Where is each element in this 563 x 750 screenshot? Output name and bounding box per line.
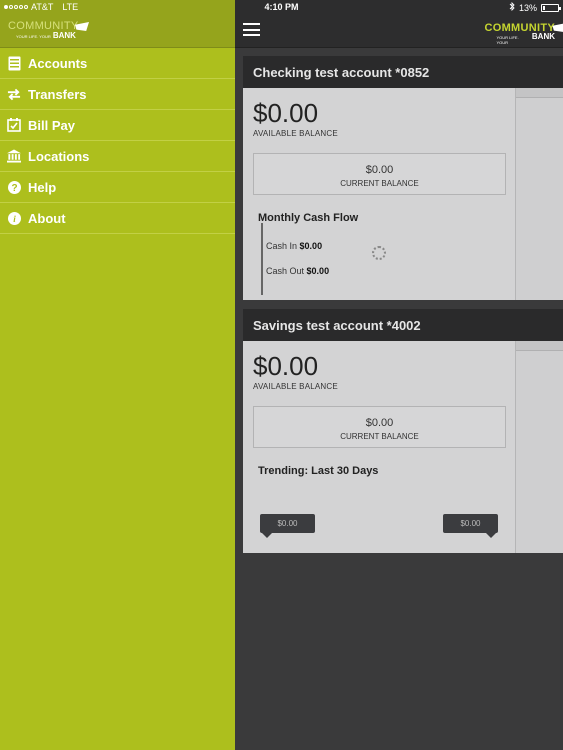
sidebar-item-label: Help <box>28 179 57 195</box>
menu-icon[interactable] <box>243 23 260 36</box>
account-card-checking[interactable]: Checking test account *0852 $0.00 AVAILA… <box>243 56 563 300</box>
svg-text:?: ? <box>11 183 17 194</box>
current-balance: $0.00 <box>365 417 394 429</box>
trend-start-value: $0.00 <box>260 514 315 538</box>
sidebar-item-label: Locations <box>28 148 90 164</box>
brand-logo: COMMUNITY YOUR LIFE. YOUR BANK <box>8 20 89 40</box>
bank-building-icon <box>7 149 21 163</box>
bluetooth-icon <box>509 1 515 13</box>
available-balance: $0.00 <box>253 98 319 128</box>
cash-in-row: Cash In $0.00 <box>266 241 322 251</box>
logo-tagline: YOUR LIFE. YOUR <box>496 35 519 45</box>
battery-percent: 13% <box>518 2 537 13</box>
sidebar-item-label: About <box>28 210 66 226</box>
account-title[interactable]: Savings test account *4002 <box>243 309 563 341</box>
accounts-icon <box>7 56 21 70</box>
current-balance: $0.00 <box>365 164 394 176</box>
info-icon: i <box>7 211 21 225</box>
sidebar-item-transfers[interactable]: Transfers <box>0 79 235 110</box>
current-balance-box: $0.00 CURRENT BALANCE <box>253 153 506 195</box>
sidebar: COMMUNITY YOUR LIFE. YOUR BANK Accounts … <box>0 0 235 750</box>
current-balance-label: CURRENT BALANCE <box>340 179 419 188</box>
cash-out-row: Cash Out $0.00 <box>266 266 329 276</box>
logo-bank: BANK <box>531 32 555 41</box>
status-indicators: 13% <box>509 1 561 13</box>
status-time: 4:10 PM <box>264 2 299 12</box>
sidebar-item-help[interactable]: ? Help <box>0 172 235 203</box>
available-balance-label: AVAILABLE BALANCE <box>253 382 338 391</box>
sidebar-item-locations[interactable]: Locations <box>0 141 235 172</box>
calendar-check-icon <box>7 118 21 132</box>
transfers-icon <box>7 87 21 101</box>
section-title: Trending: Last 30 Days <box>258 465 379 477</box>
sidebar-item-bill-pay[interactable]: Bill Pay <box>0 110 235 141</box>
sidebar-item-label: Bill Pay <box>28 117 75 133</box>
cash-flow-axis <box>261 223 263 295</box>
sidebar-item-label: Transfers <box>28 86 87 102</box>
question-icon: ? <box>7 180 21 194</box>
available-balance: $0.00 <box>253 351 319 381</box>
main-panel: COMMUNITY YOUR LIFE. YOUR BANK Checking … <box>235 0 563 750</box>
section-title: Monthly Cash Flow <box>258 212 359 224</box>
trend-end-value: $0.00 <box>443 514 498 538</box>
current-balance-box: $0.00 CURRENT BALANCE <box>253 406 506 448</box>
sidebar-item-accounts[interactable]: Accounts <box>0 48 235 79</box>
account-summary: $0.00 AVAILABLE BALANCE $0.00 CURRENT BA… <box>243 88 516 300</box>
account-summary: $0.00 AVAILABLE BALANCE $0.00 CURRENT BA… <box>243 341 516 553</box>
status-bar: AT&T LTE 4:10 PM 13% <box>0 0 563 15</box>
card-side-panel <box>516 88 563 300</box>
cash-out-label: Cash Out <box>266 266 305 276</box>
available-balance-label: AVAILABLE BALANCE <box>253 129 338 138</box>
current-balance-label: CURRENT BALANCE <box>340 432 419 441</box>
account-title[interactable]: Checking test account *0852 <box>243 56 563 88</box>
logo-tagline: YOUR LIFE. YOUR <box>16 34 51 39</box>
loading-spinner-icon <box>372 246 386 260</box>
cash-in-value: $0.00 <box>299 241 323 251</box>
brand-logo: COMMUNITY YOUR LIFE. YOUR BANK <box>484 22 563 45</box>
sidebar-item-label: Accounts <box>28 55 88 71</box>
cash-in-label: Cash In <box>266 241 298 251</box>
card-side-panel <box>516 341 563 553</box>
battery-icon <box>541 3 561 12</box>
logo-bank: BANK <box>52 31 76 40</box>
sidebar-item-about[interactable]: i About <box>0 203 235 234</box>
cash-out-value: $0.00 <box>306 266 330 276</box>
account-card-savings[interactable]: Savings test account *4002 $0.00 AVAILAB… <box>243 309 563 553</box>
